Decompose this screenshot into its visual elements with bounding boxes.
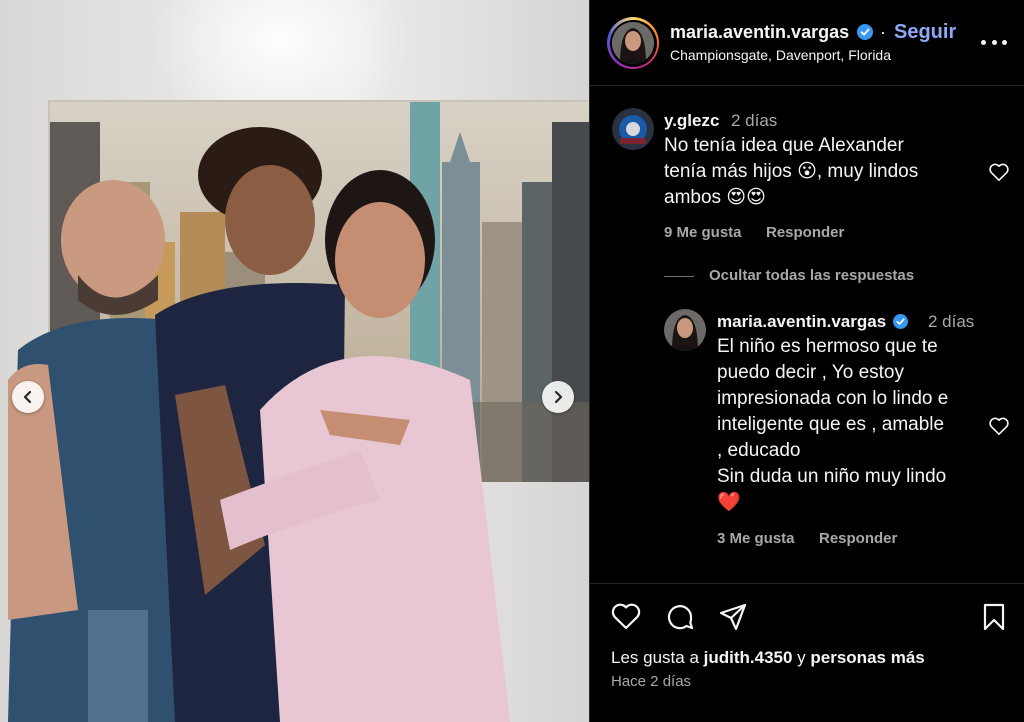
comment-text: No tenía idea que Alexander tenía más hi… bbox=[664, 135, 919, 208]
comment-icon[interactable] bbox=[664, 601, 696, 633]
likes-summary[interactable]: Les gusta a judith.4350 y personas más bbox=[611, 648, 925, 668]
post-photo bbox=[0, 0, 589, 722]
reply-likes[interactable]: 3 Me gusta bbox=[717, 530, 795, 547]
reply-time: 2 días bbox=[928, 312, 975, 331]
heart-icon[interactable] bbox=[610, 601, 642, 633]
reply-reply-button[interactable]: Responder bbox=[819, 530, 897, 547]
heart-icon[interactable] bbox=[988, 162, 1010, 182]
verified-badge-icon bbox=[892, 313, 908, 329]
commenter-avatar[interactable] bbox=[612, 108, 654, 150]
author-username[interactable]: maria.aventin.vargas bbox=[670, 22, 874, 43]
heart-icon[interactable] bbox=[988, 416, 1010, 436]
previous-photo-button[interactable] bbox=[12, 381, 44, 413]
follow-button[interactable]: Seguir bbox=[894, 21, 956, 44]
verified-badge-icon bbox=[857, 23, 874, 40]
comment-time: 2 días bbox=[731, 111, 778, 130]
post-date: Hace 2 días bbox=[611, 673, 692, 690]
more-options-icon[interactable] bbox=[981, 30, 1007, 54]
post-side-panel: maria.aventin.vargas · Seguir Championsg… bbox=[589, 0, 1024, 722]
next-photo-button[interactable] bbox=[542, 381, 574, 413]
post-location[interactable]: Championsgate, Davenport, Florida bbox=[670, 47, 891, 63]
reply-username[interactable]: maria.aventin.vargas bbox=[717, 312, 908, 332]
author-avatar[interactable] bbox=[607, 17, 659, 69]
reply-avatar[interactable] bbox=[664, 309, 706, 351]
reply-text: El niño es hermoso que te puedo decir , … bbox=[717, 336, 949, 513]
share-icon[interactable] bbox=[717, 601, 749, 633]
comment-username[interactable]: y.glezc bbox=[664, 111, 719, 131]
replies-divider bbox=[664, 276, 694, 277]
comment-likes[interactable]: 9 Me gusta bbox=[664, 224, 742, 241]
reply-button[interactable]: Responder bbox=[766, 224, 844, 241]
post-header: maria.aventin.vargas · Seguir Championsg… bbox=[590, 0, 1024, 86]
woman-right bbox=[220, 170, 510, 722]
header-separator: · bbox=[880, 22, 886, 42]
hide-replies-button[interactable]: Ocultar todas las respuestas bbox=[709, 267, 914, 284]
chevron-left-icon bbox=[23, 390, 32, 404]
chevron-right-icon bbox=[554, 390, 563, 404]
bookmark-icon[interactable] bbox=[978, 601, 1010, 633]
